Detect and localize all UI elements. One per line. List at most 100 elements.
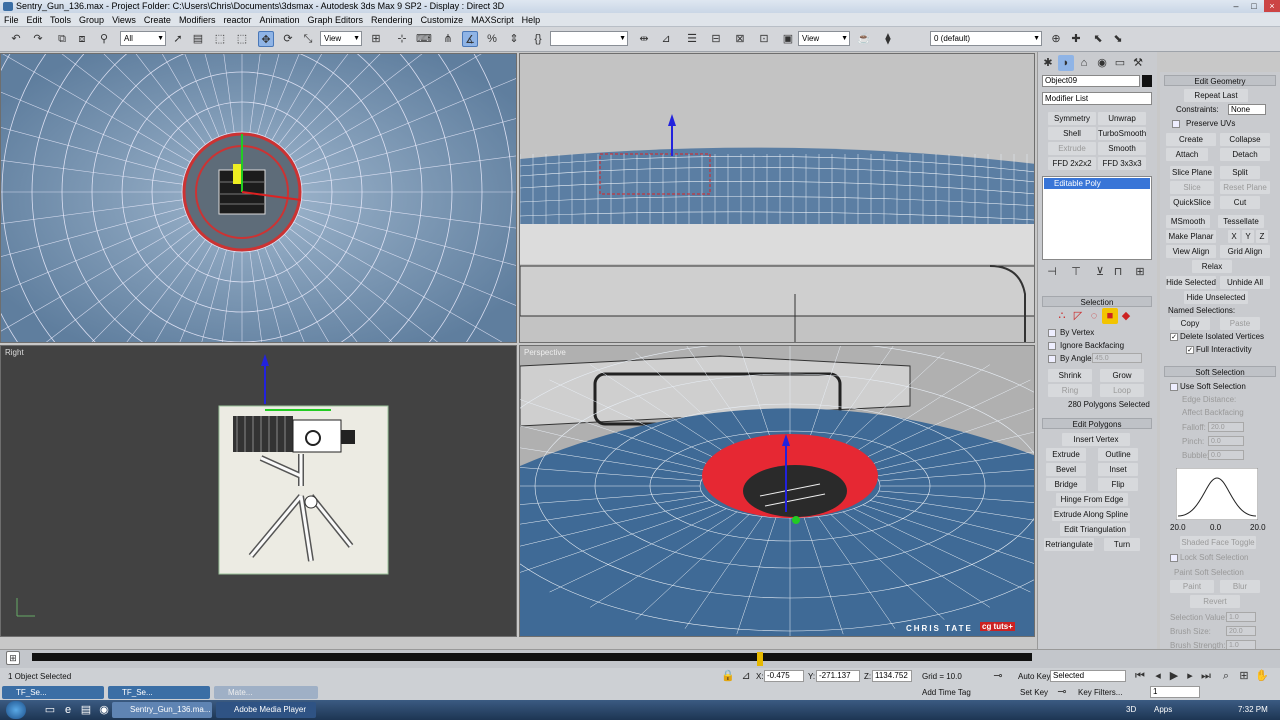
turbosmooth-button[interactable]: TurboSmooth bbox=[1098, 127, 1146, 140]
detach-button[interactable]: Detach bbox=[1220, 148, 1270, 161]
ffd-2x2x2-button[interactable]: FFD 2x2x2 bbox=[1048, 157, 1096, 170]
layer-icon[interactable]: ⧫ bbox=[880, 31, 896, 47]
add-time-tag-button[interactable]: Add Time Tag bbox=[922, 687, 971, 698]
split-button[interactable]: Split bbox=[1220, 166, 1260, 179]
zoom-icon[interactable]: ⌕ bbox=[1218, 668, 1234, 684]
utilities-tab-icon[interactable]: ⚒ bbox=[1130, 55, 1146, 71]
mirror-icon[interactable]: ⇹ bbox=[636, 31, 652, 47]
edit-named-selections-icon[interactable]: {} bbox=[530, 31, 546, 47]
y-coord-field[interactable]: -271.137 bbox=[816, 670, 860, 682]
keyboard-shortcut-icon[interactable]: ⌨ bbox=[416, 31, 432, 47]
planar-z-button[interactable]: Z bbox=[1256, 230, 1268, 243]
make-planar-button[interactable]: Make Planar bbox=[1166, 230, 1216, 243]
cut-button[interactable]: Cut bbox=[1220, 196, 1260, 209]
show-desktop-icon[interactable]: ▭ bbox=[42, 702, 58, 718]
brush-size-spinner[interactable]: 20.0 bbox=[1226, 626, 1256, 636]
grid-align-button[interactable]: Grid Align bbox=[1220, 245, 1270, 258]
window-crossing-icon[interactable]: ⬚ bbox=[234, 31, 250, 47]
edit-polygons-header[interactable]: Edit Polygons bbox=[1042, 418, 1152, 429]
repeat-last-button[interactable]: Repeat Last bbox=[1184, 89, 1248, 102]
start-button-icon[interactable] bbox=[6, 701, 26, 719]
menu-edit[interactable]: Edit bbox=[23, 13, 47, 27]
layer-dropdown[interactable]: 0 (default) bbox=[930, 31, 1042, 46]
manipulate-icon[interactable]: ⊹ bbox=[394, 31, 410, 47]
selection-lock-icon[interactable]: 🔒 bbox=[720, 668, 736, 684]
schematic-view-icon[interactable]: ⊠ bbox=[732, 31, 748, 47]
key-mode-dropdown[interactable]: Selected bbox=[1050, 670, 1126, 682]
quickslice-button[interactable]: QuickSlice bbox=[1170, 196, 1214, 209]
flip-button[interactable]: Flip bbox=[1098, 478, 1138, 491]
menu-graph-editors[interactable]: Graph Editors bbox=[304, 13, 368, 27]
use-soft-selection-checkbox[interactable] bbox=[1170, 383, 1178, 391]
paint-button[interactable]: Paint bbox=[1170, 580, 1214, 593]
undo-icon[interactable]: ↶ bbox=[8, 31, 24, 47]
lock-soft-selection-checkbox[interactable] bbox=[1170, 554, 1178, 562]
render-type-dropdown[interactable]: View bbox=[798, 31, 850, 46]
shaded-face-toggle-button[interactable]: Shaded Face Toggle bbox=[1180, 536, 1256, 549]
object-name-field[interactable]: Object09 bbox=[1042, 75, 1140, 87]
mini-tab-3[interactable]: Mate... bbox=[214, 686, 318, 699]
show-end-result-icon[interactable]: ⊤ bbox=[1068, 264, 1084, 280]
extrude-along-spline-button[interactable]: Extrude Along Spline bbox=[1052, 508, 1130, 521]
tray-3d[interactable]: 3D bbox=[1124, 702, 1142, 718]
ref-coord-dropdown[interactable]: View bbox=[320, 31, 362, 46]
copy-button[interactable]: Copy bbox=[1170, 317, 1210, 330]
ie-icon[interactable]: e bbox=[60, 702, 76, 718]
create-layer-icon[interactable]: ⊕ bbox=[1048, 31, 1064, 47]
create-tab-icon[interactable]: ✱ bbox=[1040, 55, 1056, 71]
viewport-top[interactable] bbox=[0, 53, 517, 343]
pan-icon[interactable]: ✋ bbox=[1254, 668, 1270, 684]
previous-frame-icon[interactable]: ◂ bbox=[1150, 668, 1166, 684]
vertex-mode-icon[interactable]: ∴ bbox=[1054, 308, 1070, 324]
hinge-from-edge-button[interactable]: Hinge From Edge bbox=[1056, 493, 1128, 506]
minimize-icon[interactable]: – bbox=[1228, 0, 1244, 12]
pin-stack-icon[interactable]: ⊣ bbox=[1044, 264, 1060, 280]
mini-tab-1[interactable]: TF_Se... bbox=[2, 686, 104, 699]
collapse-button[interactable]: Collapse bbox=[1220, 133, 1270, 146]
configure-sets-icon[interactable]: ⊞ bbox=[1132, 264, 1148, 280]
redo-icon[interactable]: ↷ bbox=[30, 31, 46, 47]
menu-modifiers[interactable]: Modifiers bbox=[175, 13, 220, 27]
quick-render-icon[interactable]: ☕ bbox=[856, 31, 872, 47]
explorer-icon[interactable]: ▤ bbox=[78, 702, 94, 718]
selection-value-spinner[interactable]: 1.0 bbox=[1226, 612, 1256, 622]
menu-animation[interactable]: Animation bbox=[255, 13, 303, 27]
slice-plane-button[interactable]: Slice Plane bbox=[1170, 166, 1214, 179]
rect-selection-icon[interactable]: ⬚ bbox=[212, 31, 228, 47]
bevel-button[interactable]: Bevel bbox=[1046, 463, 1086, 476]
play-icon[interactable]: ▶ bbox=[1166, 668, 1182, 684]
key-filters-button[interactable]: Key Filters... bbox=[1078, 687, 1122, 698]
set-current-layer-icon[interactable]: ⬊ bbox=[1110, 31, 1126, 47]
maximize-icon[interactable]: □ bbox=[1246, 0, 1262, 12]
render-setup-icon[interactable]: ▣ bbox=[780, 31, 796, 47]
x-coord-field[interactable]: -0.475 bbox=[764, 670, 804, 682]
material-editor-icon[interactable]: ⊡ bbox=[756, 31, 772, 47]
mini-tab-2[interactable]: TF_Se... bbox=[108, 686, 210, 699]
time-slider-track[interactable] bbox=[32, 653, 1032, 661]
outline-button[interactable]: Outline bbox=[1098, 448, 1138, 461]
object-color-swatch[interactable] bbox=[1142, 75, 1152, 87]
pivot-center-icon[interactable]: ⊞ bbox=[368, 31, 384, 47]
select-in-layer-icon[interactable]: ⬉ bbox=[1090, 31, 1106, 47]
symmetry-button[interactable]: Symmetry bbox=[1048, 112, 1096, 125]
set-key-label[interactable]: Set Key bbox=[1020, 687, 1048, 698]
select-object-icon[interactable]: ➚ bbox=[170, 31, 186, 47]
tessellate-button[interactable]: Tessellate bbox=[1218, 215, 1264, 228]
taskbar-item-media-player[interactable]: Adobe Media Player bbox=[216, 702, 316, 718]
close-icon[interactable]: × bbox=[1264, 0, 1280, 12]
reset-plane-button[interactable]: Reset Plane bbox=[1220, 181, 1270, 194]
edge-mode-icon[interactable]: ◸ bbox=[1070, 308, 1086, 324]
percent-snap-icon[interactable]: % bbox=[484, 31, 500, 47]
select-by-name-icon[interactable]: ▤ bbox=[190, 31, 206, 47]
menu-help[interactable]: Help bbox=[518, 13, 545, 27]
zoom-all-icon[interactable]: ⊞ bbox=[1236, 668, 1252, 684]
selection-rollout-header[interactable]: Selection bbox=[1042, 296, 1152, 307]
edit-triangulation-button[interactable]: Edit Triangulation bbox=[1060, 523, 1130, 536]
smooth-button[interactable]: Smooth bbox=[1098, 142, 1146, 155]
ffd-3x3x3-button[interactable]: FFD 3x3x3 bbox=[1098, 157, 1146, 170]
preserve-uvs-checkbox[interactable] bbox=[1172, 120, 1180, 128]
add-to-layer-icon[interactable]: ✚ bbox=[1068, 31, 1084, 47]
viewport-perspective[interactable]: Perspective CHRIS TATE cg tuts+ bbox=[519, 345, 1035, 637]
current-frame-spinner[interactable]: 1 bbox=[1150, 686, 1200, 698]
unwrap-uvw-button[interactable]: Unwrap UVW bbox=[1098, 112, 1146, 136]
